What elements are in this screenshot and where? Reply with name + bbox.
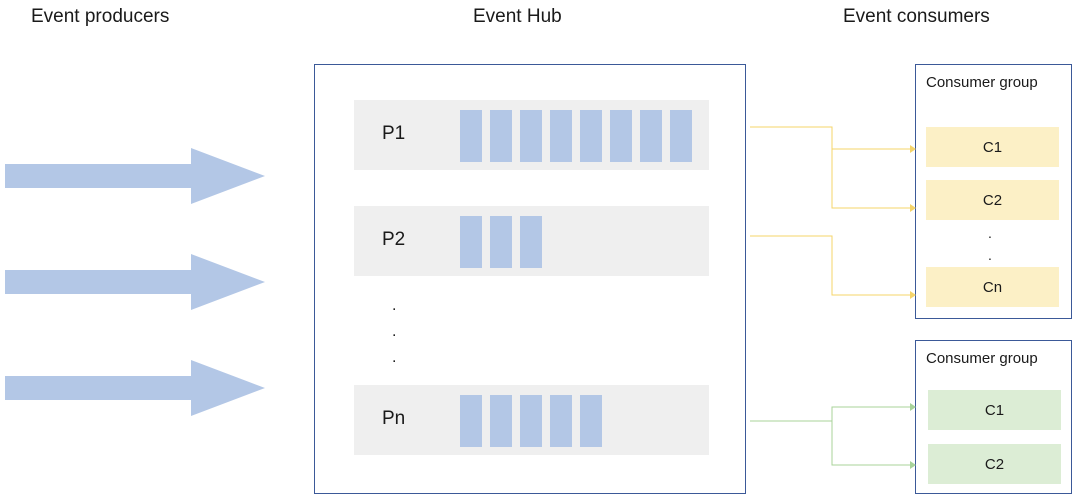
arrowhead-icon [910,403,916,411]
connector-p1 [750,126,910,209]
connector-lines [750,126,916,469]
connector-pn [750,406,910,466]
arrowhead-icon [910,204,916,212]
arrowhead-icon [910,291,916,299]
arrowhead-icon [910,461,916,469]
connector-p2 [750,235,910,296]
arrowhead-icon [910,145,916,153]
